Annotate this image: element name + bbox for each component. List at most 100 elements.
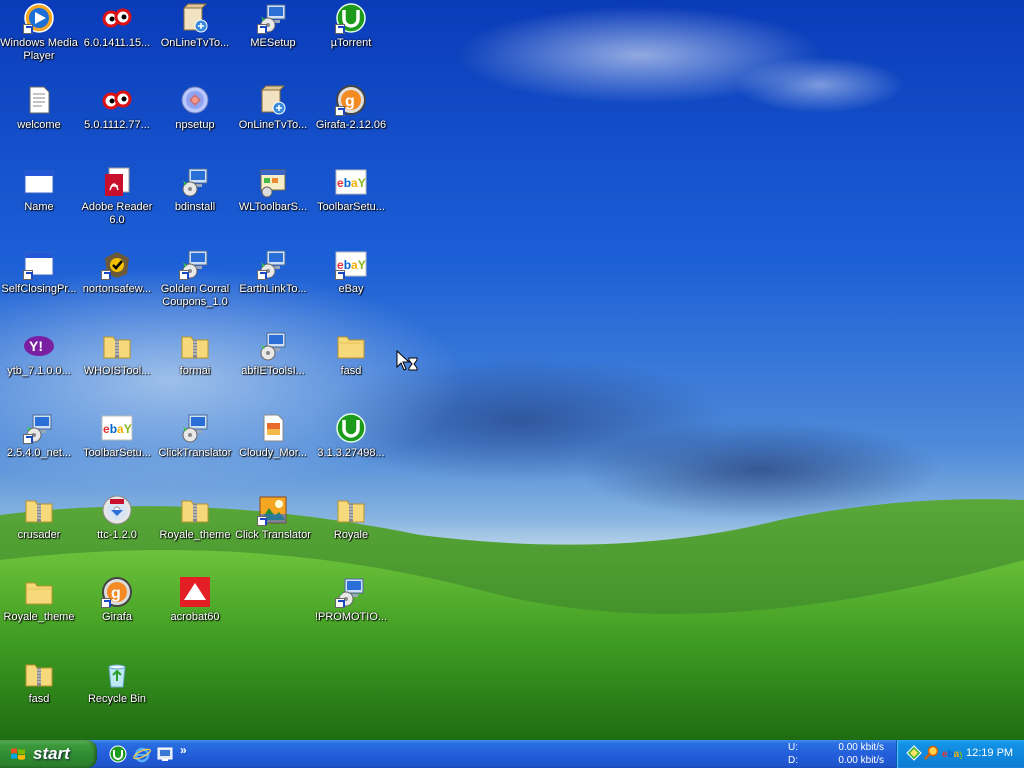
desktop-icon[interactable]: OnLineTvTo... xyxy=(234,84,312,132)
search-icon[interactable] xyxy=(924,745,940,761)
quick-launch-more-button[interactable]: » xyxy=(180,743,187,757)
internet-explorer-icon[interactable] xyxy=(133,745,151,763)
desktop-icon[interactable]: bdinstall xyxy=(156,166,234,214)
desktop-icon-label: µTorrent xyxy=(330,37,372,49)
desktop-icon[interactable]: WHOISTool... xyxy=(78,330,156,378)
desktop-icon-label: crusader xyxy=(17,529,61,541)
installer-box-icon xyxy=(257,84,289,116)
adobe-reader-icon xyxy=(101,166,133,198)
installer-box-icon xyxy=(179,2,211,34)
desktop-icon-label: OnLineTvTo... xyxy=(160,37,230,49)
desktop-icon-label: Recycle Bin xyxy=(87,693,147,705)
desktop-icon[interactable]: Royale xyxy=(312,494,390,542)
desktop-icon-label: 2.5.4.0_net... xyxy=(6,447,72,459)
desktop-icon[interactable]: WLToolbarS... xyxy=(234,166,312,214)
desktop-icon[interactable]: Windows Media Player xyxy=(0,2,78,63)
desktop-icon[interactable]: 2.5.4.0_net... xyxy=(0,412,78,460)
desktop-icon[interactable]: fasd xyxy=(0,658,78,706)
desktop-icon[interactable]: Cloudy_Mor... xyxy=(234,412,312,460)
desktop-icon-label: 6.0.1411.15... xyxy=(83,37,151,49)
desktop-icon[interactable]: Royale_theme xyxy=(0,576,78,624)
norton-icon xyxy=(101,248,133,280)
shortcut-arrow-icon xyxy=(23,270,33,280)
zip-folder-icon xyxy=(179,494,211,526)
zip-folder-icon xyxy=(101,330,133,362)
desktop-icon-label: ToolbarSetu... xyxy=(317,201,385,213)
desktop-icon[interactable]: g Girafa-2.12.06 xyxy=(312,84,390,132)
zip-folder-icon xyxy=(335,494,367,526)
system-tray: ebay 12:19 PM xyxy=(896,740,1024,768)
desktop-icon[interactable]: fasd xyxy=(312,330,390,378)
setup-computer-icon xyxy=(257,330,289,362)
desktop-icon[interactable]: nortonsafew... xyxy=(78,248,156,296)
desktop-icon-label: acrobat60 xyxy=(170,611,220,623)
desktop-icon[interactable]: crusader xyxy=(0,494,78,542)
desktop-icon[interactable]: !PROMOTIO... xyxy=(312,576,390,624)
desktop-icon[interactable]: acrobat60 xyxy=(156,576,234,624)
desktop-icon[interactable]: welcome xyxy=(0,84,78,132)
desktop-icon[interactable]: Y! ytb_7.1.0.0... xyxy=(0,330,78,378)
desktop-icon[interactable]: MESetup xyxy=(234,2,312,50)
network-icon[interactable] xyxy=(906,745,922,761)
busy-cursor-icon xyxy=(396,350,418,371)
desktop-icon[interactable]: ttc-1.2.0 xyxy=(78,494,156,542)
desktop-icon[interactable]: OnLineTvTo... xyxy=(156,2,234,50)
upload-key: U: xyxy=(788,742,798,753)
desktop-icon[interactable]: npsetup xyxy=(156,84,234,132)
ebay-icon: ebaY xyxy=(335,248,367,280)
desktop-icon[interactable]: SelfClosingPr... xyxy=(0,248,78,296)
desktop-icon-label: npsetup xyxy=(175,119,215,131)
shortcut-arrow-icon xyxy=(23,434,33,444)
desktop-icon[interactable]: ebaY eBay xyxy=(312,248,390,296)
desktop-icon[interactable]: Name xyxy=(0,166,78,214)
desktop-icon[interactable]: µTorrent xyxy=(312,2,390,50)
desktop-icon[interactable]: 6.0.1411.15... xyxy=(78,2,156,50)
desktop-icon[interactable]: ebaY ToolbarSetu... xyxy=(312,166,390,214)
setup-computer-icon xyxy=(179,412,211,444)
desktop-icon[interactable]: ClickTranslator xyxy=(156,412,234,460)
desktop-icon[interactable]: ebaY ToolbarSetu... xyxy=(78,412,156,460)
desktop-icon-label: WHOISTool... xyxy=(83,365,151,377)
click-translator-icon xyxy=(257,494,289,526)
start-button[interactable]: start xyxy=(0,740,97,768)
girafa-icon: g xyxy=(101,576,133,608)
text-document-icon xyxy=(23,84,55,116)
taskbar: start » U: 0.00 kbit/s D: 0.00 kbit/s eb… xyxy=(0,740,1024,768)
shortcut-arrow-icon xyxy=(101,270,111,280)
desktop[interactable]: Windows Media Player 6.0.1411.15... OnLine… xyxy=(0,0,1024,740)
svg-text:g: g xyxy=(111,585,121,602)
desktop-icon-label: nortonsafew... xyxy=(82,283,152,295)
desktop-icon[interactable]: Golden Corral Coupons_1.0 xyxy=(156,248,234,309)
desktop-icon[interactable]: Click Translator xyxy=(234,494,312,542)
desktop-icon-label: fasd xyxy=(340,365,362,377)
zip-folder-icon xyxy=(23,494,55,526)
ebay-icon: ebaY xyxy=(335,166,367,198)
zip-folder-icon xyxy=(23,658,55,690)
shortcut-arrow-icon xyxy=(257,516,267,526)
desktop-icon-label: ytb_7.1.0.0... xyxy=(7,365,71,377)
shortcut-arrow-icon xyxy=(23,24,33,34)
desktop-icon[interactable]: 5.0.1112.77... xyxy=(78,84,156,132)
windows-media-player-icon xyxy=(23,2,55,34)
show-desktop-icon[interactable] xyxy=(156,745,174,763)
clock[interactable]: 12:19 PM xyxy=(966,747,1013,759)
utorrent-icon[interactable] xyxy=(109,745,127,763)
desktop-icon[interactable]: EarthLinkTo... xyxy=(234,248,312,296)
ebay-icon[interactable]: ebay xyxy=(942,745,962,761)
svg-text:ebaY: ebaY xyxy=(337,176,366,190)
desktop-icon[interactable]: g Girafa xyxy=(78,576,156,624)
desktop-icon-label: fasd xyxy=(28,693,50,705)
shortcut-arrow-icon xyxy=(335,106,345,116)
image-file-icon xyxy=(257,412,289,444)
desktop-icon[interactable]: abfIEToolsI... xyxy=(234,330,312,378)
desktop-icon-label: Cloudy_Mor... xyxy=(239,447,307,459)
desktop-icon[interactable]: 3.1.3.27498... xyxy=(312,412,390,460)
desktop-icon[interactable]: formai xyxy=(156,330,234,378)
application-window-icon xyxy=(23,166,55,198)
desktop-icon[interactable]: Royale_theme xyxy=(156,494,234,542)
desktop-icon-label: Name xyxy=(24,201,54,213)
desktop-icon[interactable]: Recycle Bin xyxy=(78,658,156,706)
download-key: D: xyxy=(788,755,798,766)
desktop-icon[interactable]: Adobe Reader 6.0 xyxy=(78,166,156,227)
desktop-icon-label: bdinstall xyxy=(174,201,216,213)
